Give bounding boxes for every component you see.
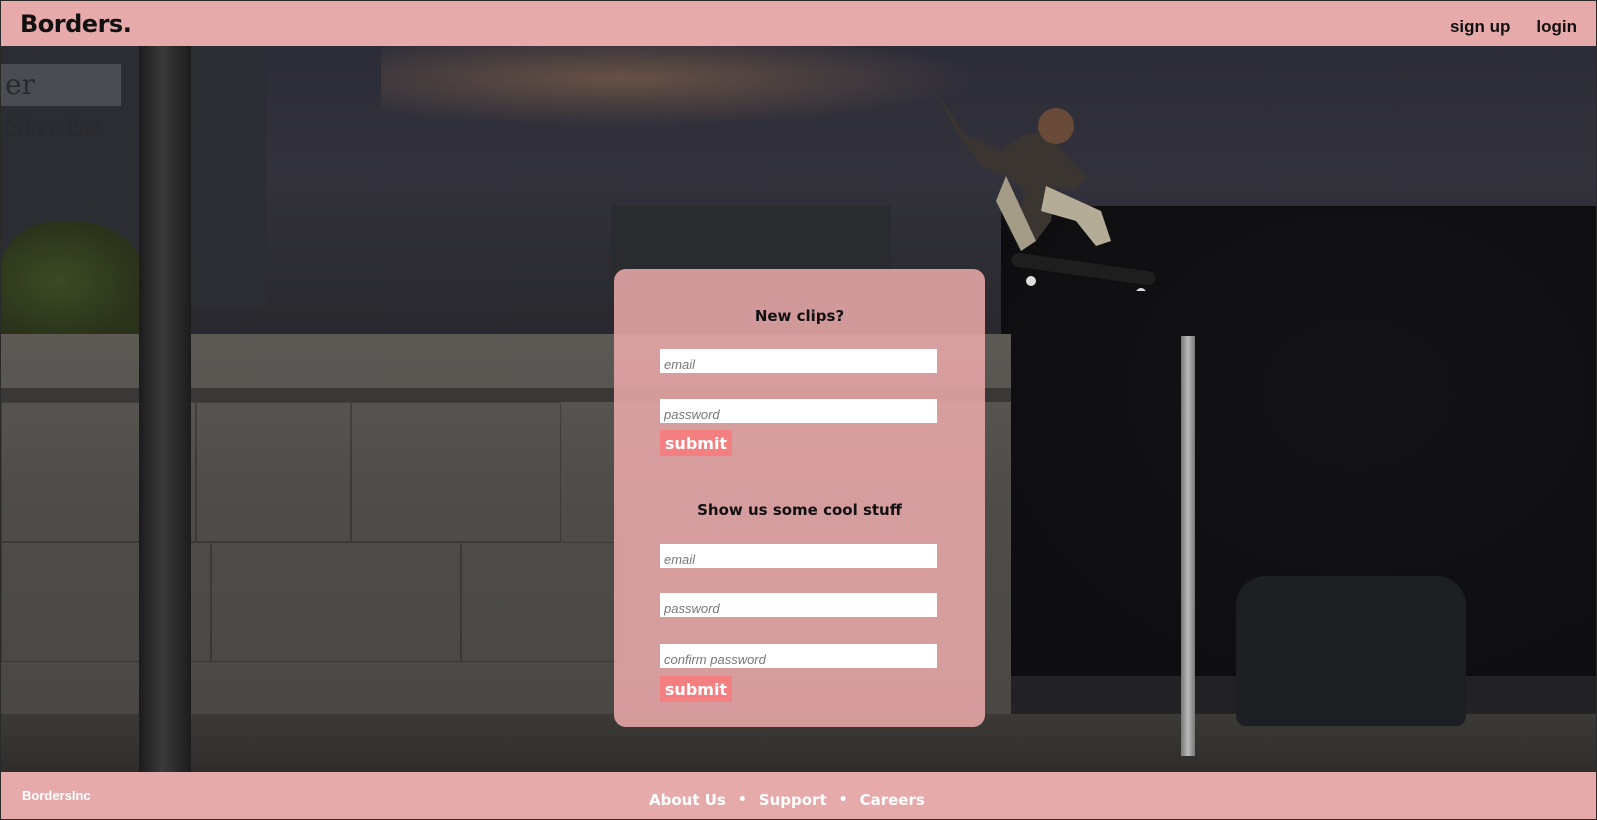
skater-silhouette [936,91,1156,291]
wall-block [351,402,561,542]
wall-block [211,542,461,662]
auth-card: New clips? submit Show us some cool stuf… [614,269,985,727]
wall-block [196,402,351,542]
login-password-input[interactable] [660,399,937,423]
footer-separator: • [737,792,747,808]
signup-password-input[interactable] [660,593,937,617]
footer-about-us-link[interactable]: About Us [649,791,726,809]
parked-car [1236,576,1466,726]
site-logo[interactable]: Borders. [20,10,132,38]
signup-form-title: Show us some cool stuff [697,501,902,519]
nav-login-link[interactable]: login [1536,17,1577,37]
footer-brand: BordersInc [22,788,91,803]
login-form-title: New clips? [754,307,845,325]
top-nav: sign up login [1450,17,1577,37]
site-footer: BordersInc About Us • Support • Careers [1,772,1596,819]
footer-separator: • [838,792,848,808]
wall-block [461,542,621,662]
signup-email-input[interactable] [660,544,937,568]
login-submit-button[interactable]: submit [660,430,732,456]
trees-left [1,221,146,341]
login-email-input[interactable] [660,349,937,373]
nav-sign-up-link[interactable]: sign up [1450,17,1510,37]
sky-glow [381,46,981,126]
sign-pole [1181,336,1195,756]
footer-careers-link[interactable]: Careers [860,791,925,809]
footer-links: About Us • Support • Careers [649,791,925,809]
top-header: Borders. sign up login [1,1,1596,46]
footer-support-link[interactable]: Support [759,791,827,809]
street-pole [139,46,191,772]
signup-confirm-password-input[interactable] [660,644,937,668]
signup-submit-button[interactable]: submit [660,676,732,702]
street-sign: er Straße [1,64,121,143]
